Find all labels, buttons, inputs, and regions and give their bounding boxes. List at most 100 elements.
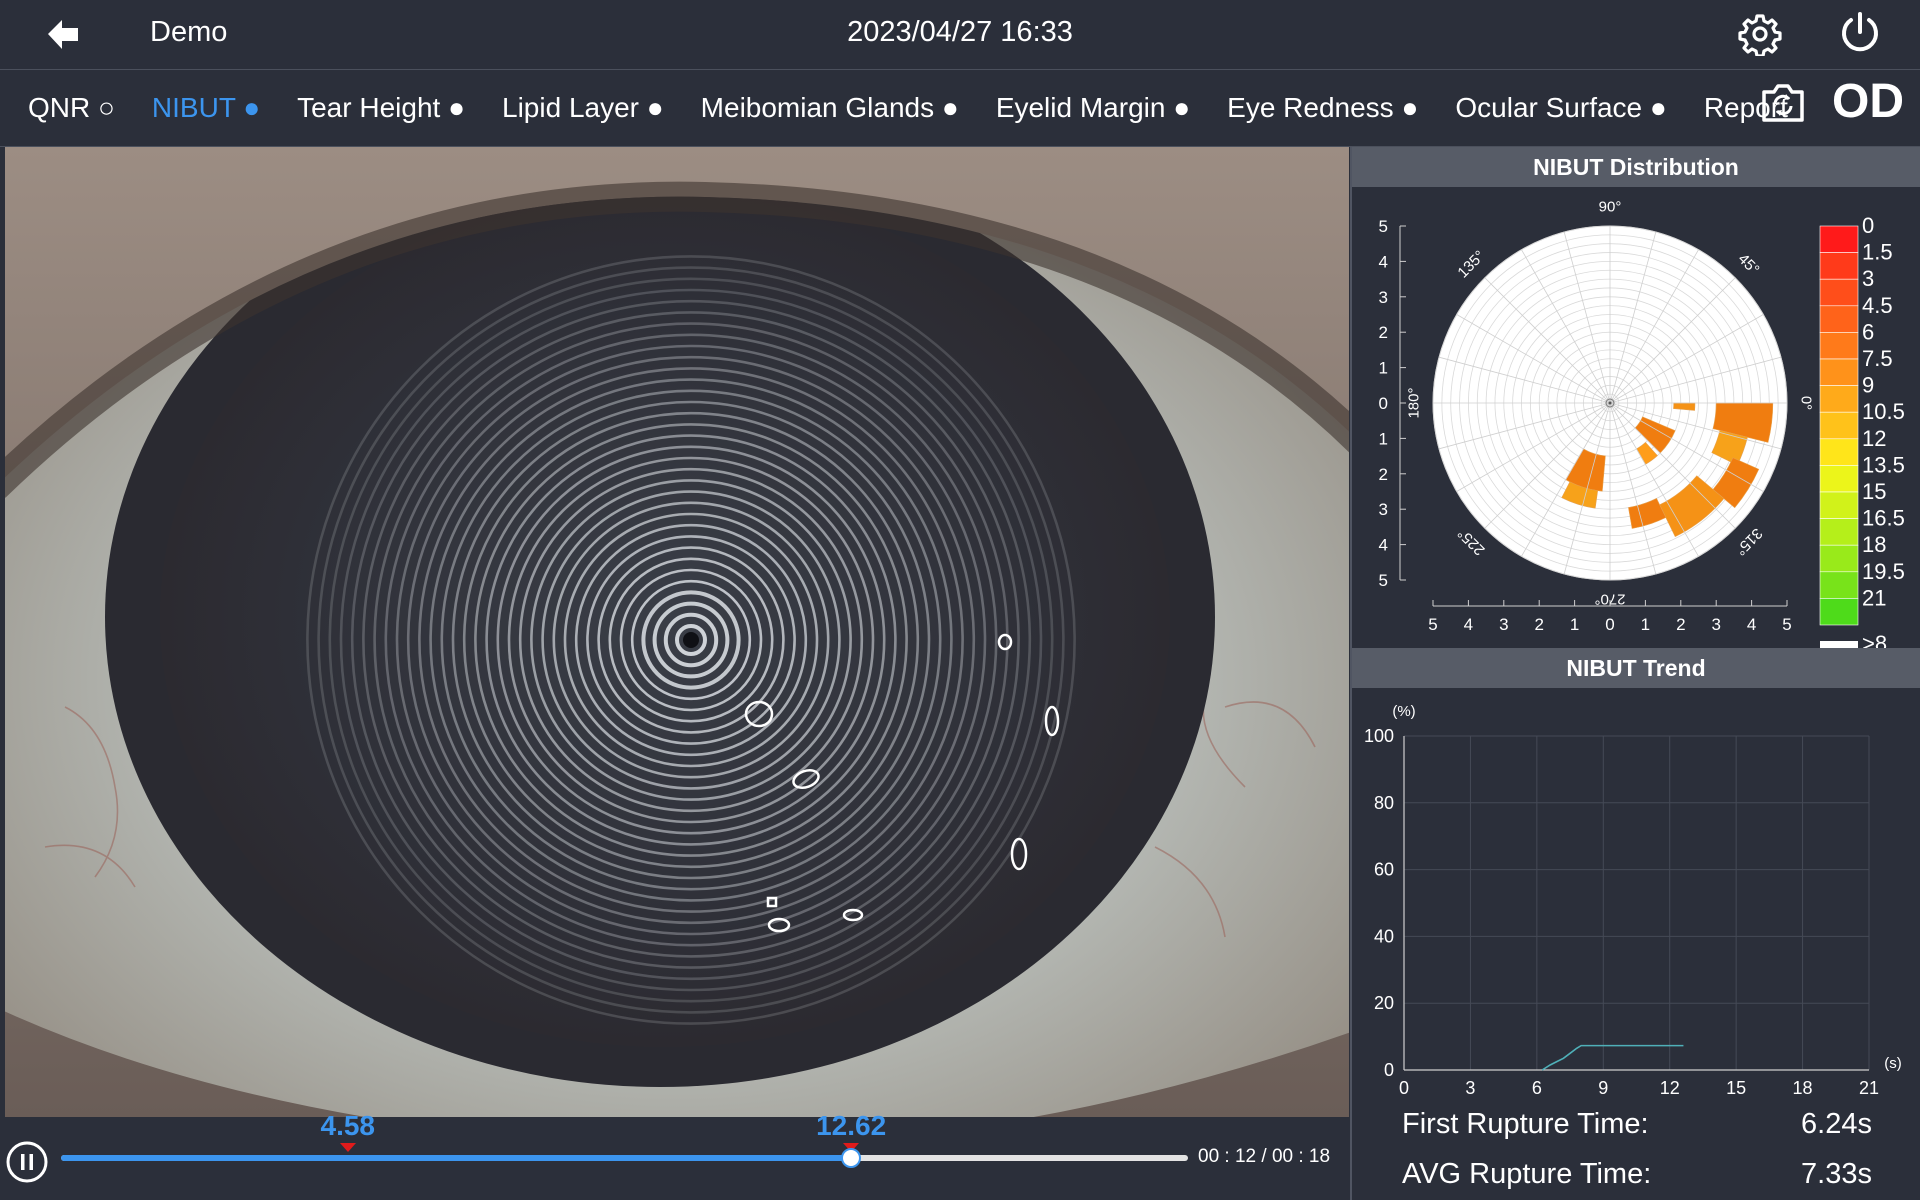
distribution-header: NIBUT Distribution [1352, 147, 1920, 187]
tab-qnr[interactable]: QNR ○ [28, 92, 115, 124]
trend-y-tick: 20 [1374, 993, 1394, 1013]
tab-nibut[interactable]: NIBUT ● [152, 92, 260, 124]
eye-image-viewer[interactable] [5, 147, 1349, 1117]
legend-label: 1.5 [1862, 240, 1893, 265]
legend-label: 21 [1862, 585, 1886, 610]
legend-label: 16.5 [1862, 506, 1905, 531]
first-rupture-marker-label: 4.58 [320, 1110, 376, 1141]
trend-series-line [1541, 1044, 1684, 1071]
tab-ocular-surface[interactable]: Ocular Surface ● [1455, 92, 1666, 124]
eye-side-indicator: OD [1832, 75, 1904, 128]
x-tick-label: 5 [1782, 615, 1791, 634]
angle-label: 180° [1406, 387, 1423, 418]
avg-rupture-label: AVG Rupture Time: [1402, 1158, 1652, 1190]
trend-x-tick: 9 [1598, 1078, 1608, 1098]
legend-swatch [1819, 571, 1859, 599]
legend-swatch [1819, 411, 1859, 440]
trend-x-tick: 15 [1726, 1078, 1746, 1098]
legend-label: 10.5 [1862, 399, 1905, 424]
x-tick-label: 1 [1641, 615, 1650, 634]
angle-label: 90° [1599, 199, 1622, 216]
pause-button[interactable] [5, 1140, 49, 1184]
angle-label: 315° [1732, 525, 1766, 559]
eye-image [5, 147, 1349, 1117]
first-rupture-label: First Rupture Time: [1402, 1108, 1649, 1140]
y-tick-label: 2 [1379, 323, 1388, 342]
tab-tear-height[interactable]: Tear Height ● [297, 92, 465, 124]
first-rupture-marker [339, 1143, 356, 1152]
trend-x-tick: 12 [1660, 1078, 1680, 1098]
y-tick-label: 4 [1379, 252, 1388, 271]
x-tick-label: 0 [1605, 615, 1614, 634]
settings-button[interactable] [1738, 12, 1782, 58]
nibut-trend-chart: 100 80 60 40 20 00 3 6 9 12 15 18 21 (%) (s) [1364, 703, 1902, 1098]
legend-label: 0 [1862, 213, 1874, 238]
avg-rupture-value: 7.33s [1801, 1158, 1872, 1190]
timeline-thumb[interactable] [841, 1148, 862, 1168]
current-time-marker-label: 12.62 [816, 1110, 887, 1141]
nibut-distribution-chart: 90°45°0°315°270°225°180°135° 54321012345… [1379, 199, 1905, 648]
legend-swatch [1819, 225, 1859, 253]
trend-y-tick: 60 [1374, 860, 1394, 880]
tab-bar: QNR ○ NIBUT ● Tear Height ● Lipid Layer … [0, 70, 1920, 147]
x-tick-label: 2 [1676, 615, 1685, 634]
trend-x-tick: 18 [1793, 1078, 1813, 1098]
trend-y-tick: 0 [1384, 1060, 1394, 1080]
tab-eye-redness[interactable]: Eye Redness ● [1227, 92, 1418, 124]
trend-x-tick: 0 [1399, 1078, 1409, 1098]
power-icon [1842, 12, 1878, 52]
top-bar: Demo 2023/04/27 16:33 [0, 0, 1920, 70]
legend-label: 12 [1862, 426, 1886, 451]
x-tick-label: 4 [1747, 615, 1756, 634]
app-title: Demo [150, 16, 228, 48]
module-tabs: QNR ○ NIBUT ● Tear Height ● Lipid Layer … [28, 70, 1825, 146]
time-readout: 00 : 12 / 00 : 18 [1198, 1146, 1331, 1167]
legend-swatch [1819, 252, 1859, 280]
legend-label: 15 [1862, 479, 1886, 504]
tab-eyelid-margin[interactable]: Eyelid Margin ● [996, 92, 1190, 124]
arrow-left-icon [48, 20, 78, 49]
x-tick-label: 2 [1534, 615, 1543, 634]
legend-swatch-over [1820, 641, 1858, 648]
legend-swatch [1819, 518, 1859, 546]
angle-label: 0° [1797, 396, 1814, 410]
tab-meibomian-glands[interactable]: Meibomian Glands ● [701, 92, 959, 124]
trend-y-tick: 40 [1374, 926, 1394, 946]
legend-swatch [1819, 385, 1859, 413]
power-button[interactable] [1837, 10, 1883, 56]
legend-swatch [1819, 544, 1859, 573]
trend-x-tick: 21 [1859, 1078, 1879, 1098]
legend-label: 4.5 [1862, 293, 1893, 318]
y-tick-label: 5 [1379, 217, 1388, 236]
legend-label: 18 [1862, 532, 1886, 557]
x-tick-label: 3 [1499, 615, 1508, 634]
y-tick-label: 2 [1379, 465, 1388, 484]
trend-y-tick: 100 [1364, 726, 1394, 746]
legend-label: 7.5 [1862, 346, 1893, 371]
legend-label: 9 [1862, 373, 1874, 398]
trend-x-tick: 6 [1532, 1078, 1542, 1098]
datetime-display: 2023/04/27 16:33 [847, 16, 1073, 48]
x-tick-label: 3 [1711, 615, 1720, 634]
y-tick-label: 3 [1379, 500, 1388, 519]
legend-swatch [1819, 438, 1859, 466]
gear-icon [1738, 14, 1782, 58]
trend-header: NIBUT Trend [1352, 648, 1920, 688]
y-tick-label: 1 [1379, 429, 1388, 448]
legend-swatch [1819, 358, 1859, 386]
timeline-progress [61, 1155, 852, 1161]
legend-swatch [1819, 465, 1859, 493]
tab-lipid-layer[interactable]: Lipid Layer ● [502, 92, 664, 124]
capture-button[interactable] [1760, 80, 1806, 124]
back-button[interactable] [42, 14, 84, 56]
legend-swatch [1819, 598, 1859, 626]
timeline-slider[interactable] [61, 1155, 1188, 1161]
legend-label: 19.5 [1862, 559, 1905, 584]
legend-label: 3 [1862, 266, 1874, 291]
angle-label: 45° [1735, 250, 1763, 278]
legend-swatch [1819, 305, 1859, 333]
legend-swatch [1819, 332, 1859, 360]
legend-swatch [1819, 491, 1859, 519]
legend-label: 13.5 [1862, 452, 1905, 477]
y-tick-label: 1 [1379, 359, 1388, 378]
